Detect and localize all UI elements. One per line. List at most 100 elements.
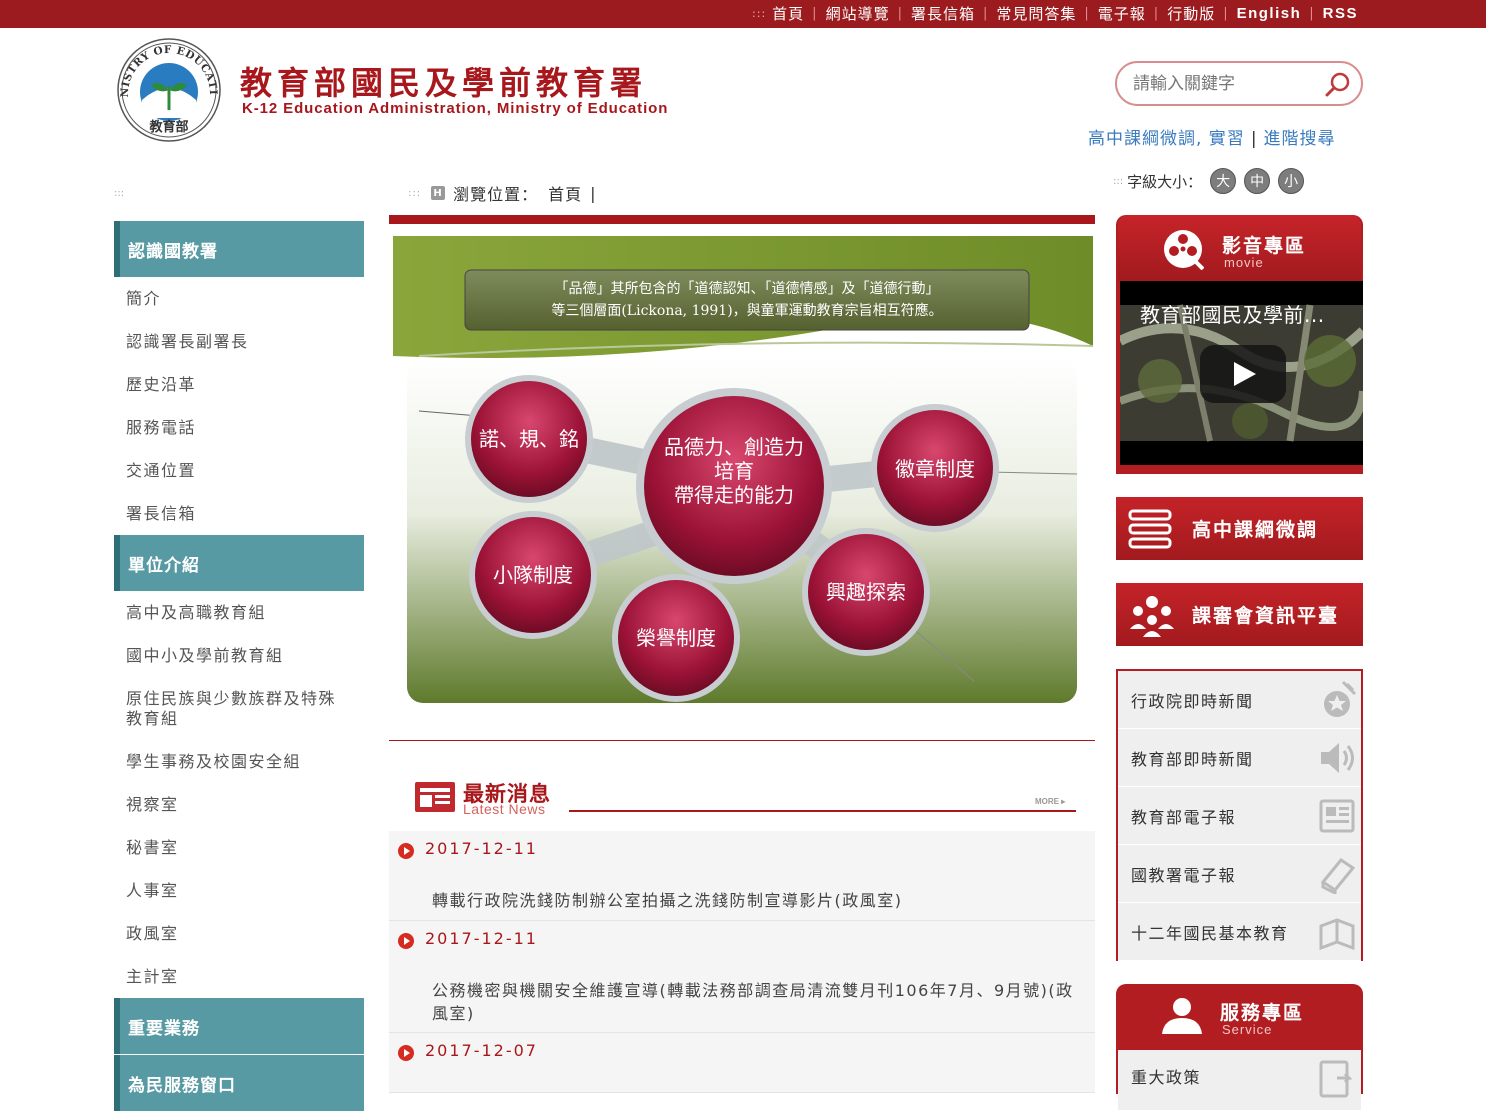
service-title: 服務專區	[1220, 1002, 1305, 1024]
svg-text:諾、規、銘: 諾、規、銘	[479, 427, 579, 451]
video-player[interactable]: 教育部國民及學前...	[1120, 281, 1363, 465]
link-moe-news[interactable]: 教育部即時新聞	[1118, 729, 1361, 787]
document-icon	[1319, 1060, 1353, 1098]
sidebar-section-business[interactable]: 重要業務	[114, 998, 364, 1054]
svg-text:小隊制度: 小隊制度	[493, 563, 573, 587]
sidebar-item-student-affairs[interactable]: 學生事務及校園安全組	[114, 740, 364, 783]
svg-text:培育: 培育	[714, 459, 754, 483]
search-box	[1115, 61, 1363, 106]
svg-text:品德力、創造力: 品德力、創造力	[664, 435, 804, 459]
sidebar-item-phone[interactable]: 服務電話	[114, 406, 364, 449]
sidebar-item-inspection[interactable]: 視察室	[114, 783, 364, 826]
font-medium-button[interactable]: 中	[1244, 168, 1271, 194]
sidebar-item-intro[interactable]: 簡介	[114, 277, 364, 320]
nav-faq-link[interactable]: 常見問答集	[996, 3, 1076, 24]
review-committee-promo-label: 課審會資訊平臺	[1192, 605, 1340, 627]
sidebar-item-accounting[interactable]: 主計室	[114, 955, 364, 998]
service-list: 重大政策	[1118, 1050, 1361, 1110]
link-moe-newsletter[interactable]: 教育部電子報	[1118, 787, 1361, 845]
svg-text:「品德」其所包含的「道德認知、「道德情感」及「道德行動」: 「品德」其所包含的「道德認知、「道德情感」及「道德行動」	[555, 280, 940, 297]
site-title[interactable]: 教育部國民及學前教育署	[240, 58, 647, 104]
video-title: 影音專區	[1222, 235, 1307, 257]
advanced-search-link[interactable]: 進階搜尋	[1264, 129, 1336, 149]
ministry-seal-logo[interactable]: MINISTRY OF EDUCATION 教育部	[116, 38, 222, 142]
review-committee-promo-button[interactable]: 課審會資訊平臺	[1116, 583, 1363, 646]
curriculum-adjust-link[interactable]: 高中課綱微調, 實習	[1088, 129, 1245, 149]
film-reel-icon	[1164, 230, 1204, 270]
news-item[interactable]: 2017-12-07	[389, 1033, 1095, 1093]
news-list: 2017-12-11 轉載行政院洗錢防制辦公室拍攝之洗錢防制宣導影片(政風室) …	[389, 831, 1095, 1093]
curriculum-promo-label: 高中課綱微調	[1192, 519, 1319, 541]
news-date: 2017-12-11	[425, 839, 538, 858]
news-item[interactable]: 2017-12-11 公務機密與機關安全維護宣導(轉載法務部調查局清流雙月刊10…	[389, 921, 1095, 1033]
news-headline[interactable]: 公務機密與機關安全維護宣導(轉載法務部調查局清流雙月刊106年7月、9月號)(政…	[432, 979, 1082, 1025]
news-flash-icon	[1324, 680, 1357, 717]
sidebar-item-senior-high[interactable]: 高中及高職教育組	[114, 591, 364, 634]
sidebar-item-personnel[interactable]: 人事室	[114, 869, 364, 912]
nav-sitemap-link[interactable]: 網站導覽	[826, 3, 890, 24]
news-headline[interactable]: 轉載行政院洗錢防制辦公室拍攝之洗錢防制宣導影片(政風室)	[432, 889, 1082, 912]
breadcrumb: ::: H 瀏覽位置： 首頁 |	[408, 181, 597, 205]
speaker-icon	[1321, 743, 1354, 773]
link-executive-yuan-news[interactable]: 行政院即時新聞	[1118, 671, 1361, 729]
service-item-policy[interactable]: 重大政策	[1131, 1064, 1201, 1088]
bullet-arrow-icon	[398, 933, 414, 949]
breadcrumb-home-link[interactable]: 首頁	[548, 181, 582, 205]
play-button-icon[interactable]	[1200, 345, 1286, 403]
link-12-year-education[interactable]: 十二年國民基本教育	[1118, 903, 1361, 961]
stacked-books-icon	[1128, 509, 1172, 549]
svg-text:等三個層面(Lickona, 1991)，與童軍運動教育宗旨: 等三個層面(Lickona, 1991)，與童軍運動教育宗旨相互符應。	[551, 302, 942, 319]
svg-text:徽章制度: 徽章制度	[895, 457, 975, 481]
banner-bottom-rule	[389, 740, 1095, 741]
svg-text:興趣探索: 興趣探索	[826, 580, 906, 604]
sidebar-section-service[interactable]: 為民服務窗口	[114, 1055, 364, 1111]
nav-english-link[interactable]: English	[1237, 5, 1302, 22]
nav-home-link[interactable]: 首頁	[772, 3, 804, 24]
news-item[interactable]: 2017-12-11 轉載行政院洗錢防制辦公室拍攝之洗錢防制宣導影片(政風室)	[389, 831, 1095, 921]
service-header: 服務專區 Service	[1116, 984, 1363, 1050]
news-date: 2017-12-11	[425, 929, 538, 948]
content-top-rule	[389, 215, 1095, 224]
top-bar: ::: 首頁 | 網站導覽 | 署長信箱 | 常見問答集 | 電子報 | 行動版…	[0, 0, 1486, 28]
link-k12-newsletter[interactable]: 國教署電子報	[1118, 845, 1361, 903]
newspaper-icon	[415, 782, 455, 812]
video-caption: 教育部國民及學前...	[1140, 303, 1325, 327]
news-more-link[interactable]: MORE ▸	[1035, 797, 1065, 806]
search-input[interactable]	[1133, 72, 1323, 96]
sidebar-section-units[interactable]: 單位介紹	[114, 535, 364, 591]
book-icon	[1320, 857, 1356, 894]
news-subtitle: Latest News	[463, 801, 546, 817]
font-small-button[interactable]: 小	[1278, 168, 1305, 194]
sidebar-item-ethics[interactable]: 政風室	[114, 912, 364, 955]
font-size-label: 字級大小：	[1127, 172, 1203, 191]
left-sidebar: 認識國教署 簡介 認識署長副署長 歷史沿革 服務電話 交通位置 署長信箱 單位介…	[114, 221, 364, 1111]
user-service-icon	[1162, 998, 1202, 1034]
video-section: 影音專區 movie 教育部國民及學前...	[1116, 215, 1363, 474]
scout-education-banner[interactable]: 「品德」其所包含的「道德認知、「道德情感」及「道德行動」 等三個層面(Licko…	[389, 236, 1095, 712]
search-icon[interactable]	[1323, 71, 1351, 99]
bullet-arrow-icon	[398, 1045, 414, 1061]
svg-text:教育部: 教育部	[148, 119, 188, 135]
open-book-icon	[1319, 918, 1355, 951]
top-nav: ::: 首頁 | 網站導覽 | 署長信箱 | 常見問答集 | 電子報 | 行動版…	[752, 3, 1358, 24]
sidebar-item-directors[interactable]: 認識署長副署長	[114, 320, 364, 363]
video-subtitle: movie	[1224, 255, 1264, 270]
sidebar-section-about[interactable]: 認識國教署	[114, 221, 364, 277]
font-large-button[interactable]: 大	[1210, 168, 1237, 194]
sidebar-item-elementary[interactable]: 國中小及學前教育組	[114, 634, 364, 677]
nav-director-mail-link[interactable]: 署長信箱	[911, 3, 975, 24]
home-h-icon: H	[431, 186, 446, 200]
nav-newsletter-link[interactable]: 電子報	[1098, 3, 1146, 24]
sidebar-item-indigenous[interactable]: 原住民族與少數族群及特殊教育組	[114, 677, 364, 740]
service-subtitle: Service	[1222, 1022, 1273, 1037]
accesskey-dots: :::	[752, 7, 767, 20]
nav-rss-link[interactable]: RSS	[1323, 5, 1358, 22]
nav-mobile-link[interactable]: 行動版	[1167, 3, 1215, 24]
sidebar-item-secretariat[interactable]: 秘書室	[114, 826, 364, 869]
sidebar-item-history[interactable]: 歷史沿革	[114, 363, 364, 406]
sidebar-item-mailbox[interactable]: 署長信箱	[114, 492, 364, 535]
site-subtitle: K-12 Education Administration, Ministry …	[242, 100, 669, 117]
curriculum-promo-button[interactable]: 高中課綱微調	[1116, 497, 1363, 560]
svg-text:帶得走的能力: 帶得走的能力	[674, 483, 794, 507]
sidebar-item-location[interactable]: 交通位置	[114, 449, 364, 492]
